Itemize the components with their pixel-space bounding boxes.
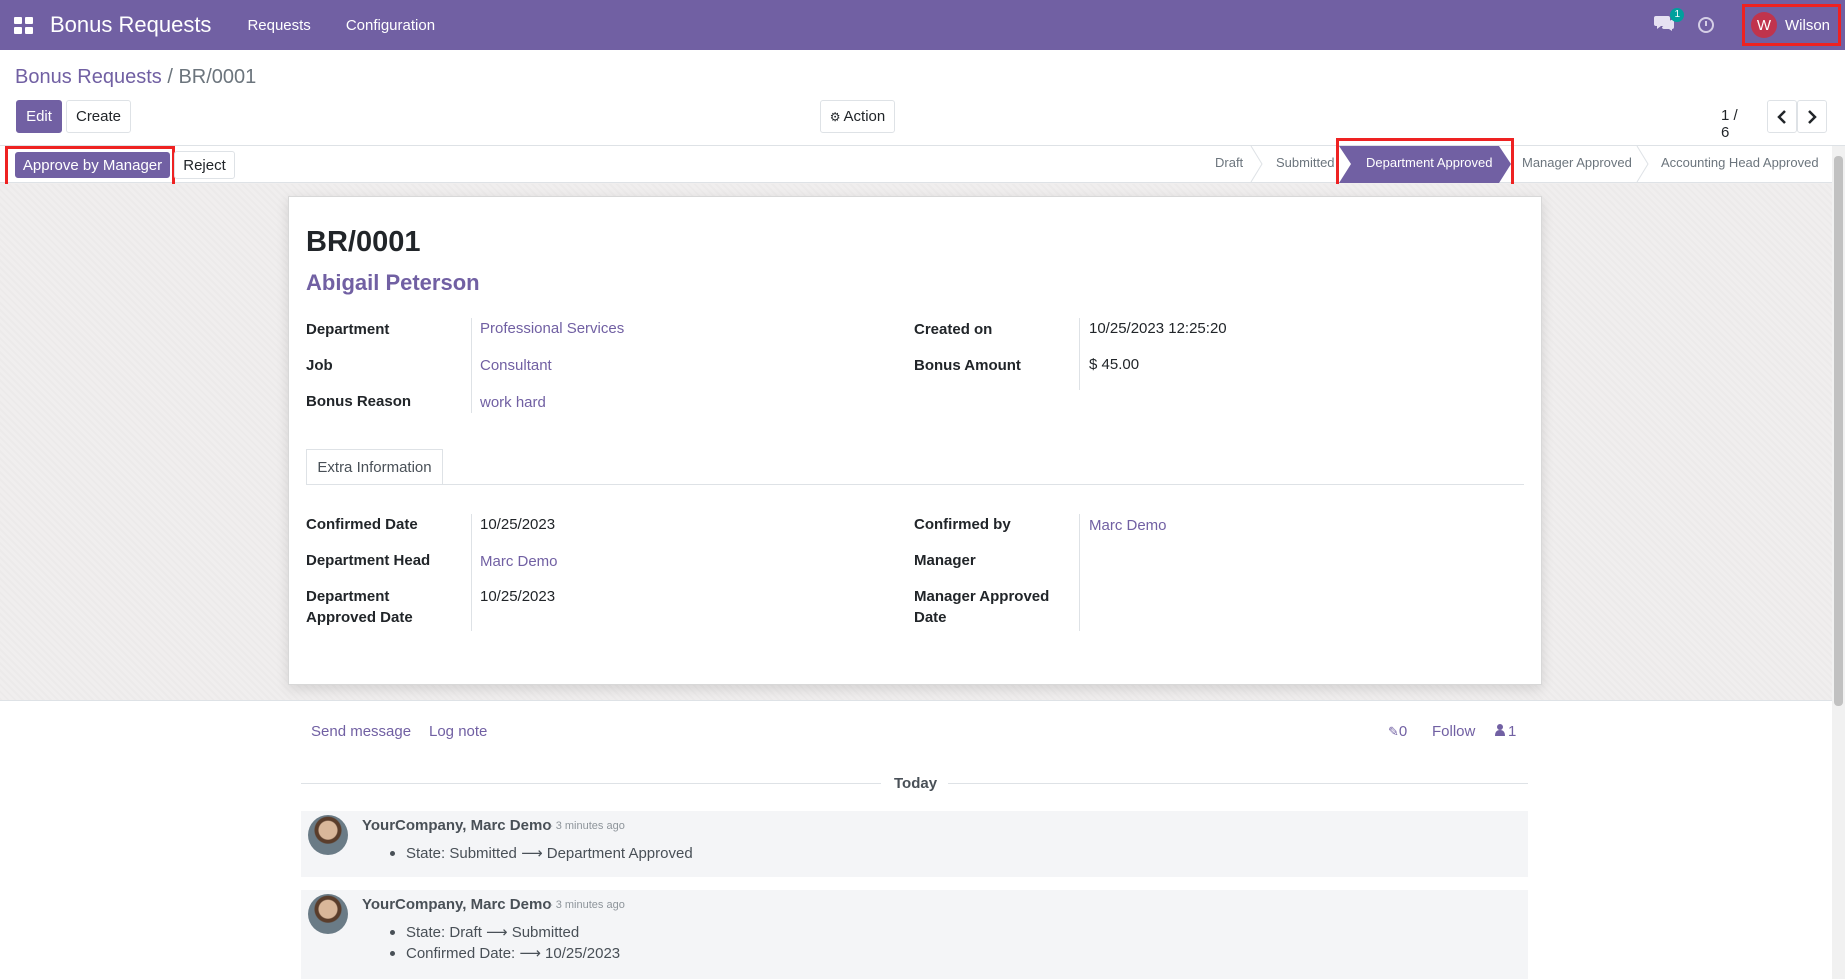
employee-name[interactable]: Abigail Peterson [306,270,480,296]
bullet [390,851,395,856]
message-line: State: Submitted ⟶ Department Approved [406,845,693,862]
stage-separator [1250,146,1263,182]
manager-approved-date-label-line1: Manager Approved [914,588,1050,605]
pager-next-button[interactable] [1797,100,1827,133]
tab-divider [306,484,1524,485]
paperclip-icon: ✎ [1388,724,1399,739]
message-line: Confirmed Date: ⟶ 10/25/2023 [406,945,621,962]
confirmed-date-label: Confirmed Date [306,516,418,533]
scrollbar-thumb[interactable] [1834,156,1843,706]
pager-value[interactable]: 1 / 6 [1721,107,1749,141]
created-on-label: Created on [914,321,993,338]
department-value[interactable]: Professional Services [480,320,624,337]
job-label: Job [306,357,333,374]
today-divider [301,783,881,784]
followers-button[interactable]: 1 [1495,723,1516,740]
breadcrumb: Bonus Requests / BR/0001 [15,66,256,89]
send-message-button[interactable]: Send message [311,723,411,740]
apps-menu-icon[interactable] [14,15,34,35]
today-divider [948,783,1528,784]
message-avatar[interactable] [308,894,348,934]
message-avatar[interactable] [308,815,348,855]
reject-button[interactable]: Reject [174,151,235,179]
breadcrumb-separator: / [167,66,173,88]
message-line: State: Draft ⟶ Submitted [406,924,580,941]
department-approved-date-label-line2: Approved Date [306,609,413,626]
job-value[interactable]: Consultant [480,357,552,374]
create-button[interactable]: Create [66,100,131,133]
pager-previous-button[interactable] [1767,100,1797,133]
user-avatar: W [1751,12,1777,38]
message-author[interactable]: YourCompany, Marc Demo [362,896,551,913]
user-icon [1495,724,1505,736]
message-author[interactable]: YourCompany, Marc Demo [362,817,551,834]
user-menu[interactable]: W Wilson [1742,4,1841,46]
log-note-button[interactable]: Log note [429,723,487,740]
stage-accounting-head-approved[interactable]: Accounting Head Approved [1661,155,1819,170]
bullet [390,951,395,956]
bonus-amount-value: $ 45.00 [1089,356,1140,373]
app-title[interactable]: Bonus Requests [50,12,211,38]
follow-button[interactable]: Follow [1432,723,1475,740]
menu-requests[interactable]: Requests [247,17,310,34]
manager-label: Manager [914,552,976,569]
stage-separator [1636,146,1649,182]
message-time: - 3 minutes ago [549,899,625,911]
confirmed-by-value[interactable]: Marc Demo [1089,517,1167,534]
stage-manager-approved[interactable]: Manager Approved [1522,155,1632,170]
created-on-value: 10/25/2023 12:25:20 [1089,320,1227,337]
attachments-count: 0 [1398,723,1408,740]
attachments-button[interactable]: ✎0 [1388,723,1407,740]
control-panel: Bonus Requests / BR/0001 [0,50,1845,145]
bullet [390,930,395,935]
bonus-reason-value[interactable]: work hard [480,394,546,411]
bonus-amount-label: Bonus Amount [914,357,1021,374]
top-navbar: Bonus Requests Requests Configuration 1 … [0,0,1845,50]
manager-approved-date-label-line2: Date [914,609,947,626]
message-time: - 3 minutes ago [549,820,625,832]
statusbar: Approve by Manager Reject Draft Submitte… [0,138,1845,193]
chevron-left-icon [1777,109,1786,124]
department-label: Department [306,321,390,338]
chat-icon[interactable]: 1 [1654,8,1684,36]
bonus-reason-label: Bonus Reason [306,393,412,410]
breadcrumb-current: BR/0001 [178,66,257,88]
field-divider [1079,514,1080,631]
breadcrumb-parent[interactable]: Bonus Requests [15,66,162,88]
department-approved-date-label-line1: Department [306,588,390,605]
field-divider [1079,318,1080,390]
chat-badge: 1 [1670,8,1684,22]
department-head-value[interactable]: Marc Demo [480,553,558,570]
tab-extra-information[interactable]: Extra Information [306,449,443,485]
department-head-label: Department Head [306,552,431,569]
followers-count: 1 [1508,723,1517,740]
edit-button[interactable]: Edit [16,100,62,133]
record-reference: BR/0001 [306,226,421,258]
field-divider [471,318,472,413]
department-approved-date-value: 10/25/2023 [480,588,556,605]
approve-by-manager-button[interactable]: Approve by Manager [15,152,170,178]
action-label: Action [843,108,886,125]
action-button[interactable]: ⚙ Action [820,100,895,133]
stage-submitted[interactable]: Submitted [1276,155,1335,170]
user-name: Wilson [1785,16,1831,34]
activity-clock-icon[interactable] [1698,17,1714,33]
today-label: Today [894,775,938,792]
stage-draft[interactable]: Draft [1215,155,1243,170]
department-approved-date-label: Department Approved Date [306,586,413,628]
chevron-right-icon [1808,109,1817,124]
confirmed-date-value: 10/25/2023 [480,516,556,533]
gear-icon: ⚙ [829,109,841,124]
confirmed-by-label: Confirmed by [914,516,1011,533]
field-divider [471,514,472,631]
menu-configuration[interactable]: Configuration [346,17,435,34]
manager-approved-date-label: Manager Approved Date [914,586,1049,628]
